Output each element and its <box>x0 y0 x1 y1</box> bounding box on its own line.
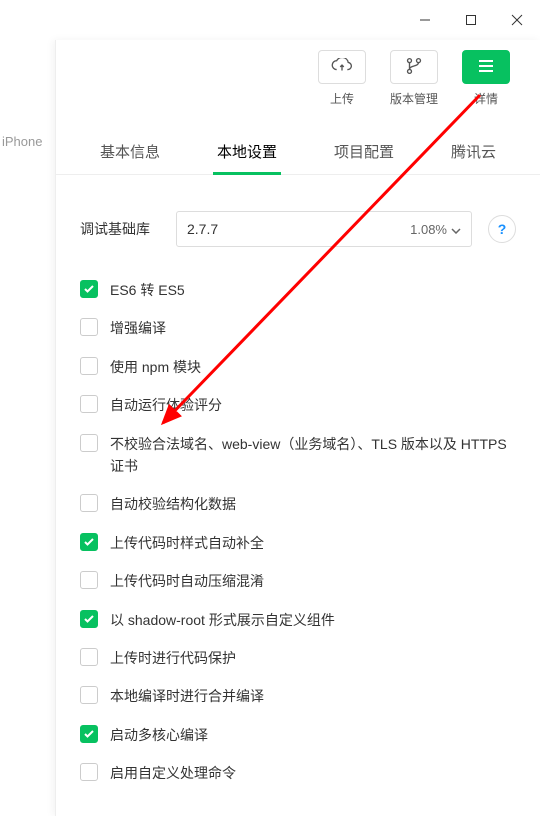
tab-basic-info[interactable]: 基本信息 <box>96 133 164 174</box>
tab-project-config[interactable]: 项目配置 <box>330 133 398 174</box>
option-label: 上传代码时样式自动补全 <box>110 532 264 554</box>
option-row: 自动校验结构化数据 <box>80 485 516 523</box>
option-checkbox[interactable] <box>80 494 98 512</box>
help-button[interactable]: ? <box>488 215 516 243</box>
option-row: 启动多核心编译 <box>80 716 516 754</box>
option-label: 启动多核心编译 <box>110 724 208 746</box>
debug-lib-select[interactable]: 2.7.7 1.08% <box>176 211 472 247</box>
option-row: 上传代码时样式自动补全 <box>80 524 516 562</box>
option-checkbox[interactable] <box>80 686 98 704</box>
upload-button[interactable]: 上传 <box>318 50 366 107</box>
tab-local-settings[interactable]: 本地设置 <box>213 133 281 174</box>
option-checkbox[interactable] <box>80 763 98 781</box>
detail-button[interactable]: 详情 <box>462 50 510 107</box>
option-row: ES6 转 ES5 <box>80 271 516 309</box>
option-label: 上传时进行代码保护 <box>110 647 236 669</box>
option-label: 上传代码时自动压缩混淆 <box>110 570 264 592</box>
option-row: 以 shadow-root 形式展示自定义组件 <box>80 601 516 639</box>
option-label: 自动校验结构化数据 <box>110 493 236 515</box>
option-label: 使用 npm 模块 <box>110 356 201 378</box>
option-label: 本地编译时进行合并编译 <box>110 685 264 707</box>
option-row: 上传代码时自动压缩混淆 <box>80 562 516 600</box>
debug-lib-label: 调试基础库 <box>80 219 160 239</box>
version-button[interactable]: 版本管理 <box>390 50 438 107</box>
option-checkbox[interactable] <box>80 648 98 666</box>
close-button[interactable] <box>494 0 540 40</box>
option-checkbox[interactable] <box>80 357 98 375</box>
option-label: ES6 转 ES5 <box>110 279 185 301</box>
option-checkbox[interactable] <box>80 571 98 589</box>
debug-lib-version: 2.7.7 <box>187 221 218 237</box>
option-label: 启用自定义处理命令 <box>110 762 236 784</box>
option-checkbox[interactable] <box>80 533 98 551</box>
detail-label: 详情 <box>474 90 498 107</box>
option-row: 不校验合法域名、web-view（业务域名）、TLS 版本以及 HTTPS 证书 <box>80 425 516 486</box>
option-label: 以 shadow-root 形式展示自定义组件 <box>110 609 335 631</box>
option-checkbox[interactable] <box>80 395 98 413</box>
option-row: 启用自定义处理命令 <box>80 754 516 792</box>
option-label: 自动运行体验评分 <box>110 394 222 416</box>
option-row: 使用 npm 模块 <box>80 348 516 386</box>
debug-lib-percent: 1.08% <box>410 222 447 237</box>
option-row: 上传时进行代码保护 <box>80 639 516 677</box>
settings-panel: 上传 版本管理 详情 基本信息 本地设置 项目配置 腾讯云 调试基础库 <box>55 40 540 816</box>
option-row: 自动运行体验评分 <box>80 386 516 424</box>
menu-icon <box>477 59 495 76</box>
minimize-button[interactable] <box>402 0 448 40</box>
device-label: iPhone <box>0 130 44 153</box>
branch-icon <box>405 57 423 78</box>
chevron-down-icon <box>451 222 461 237</box>
option-row: 增强编译 <box>80 309 516 347</box>
option-label: 增强编译 <box>110 317 166 339</box>
option-row: 本地编译时进行合并编译 <box>80 677 516 715</box>
option-checkbox[interactable] <box>80 725 98 743</box>
maximize-button[interactable] <box>448 0 494 40</box>
upload-label: 上传 <box>330 90 354 107</box>
cloud-upload-icon <box>331 58 353 77</box>
option-checkbox[interactable] <box>80 434 98 452</box>
version-label: 版本管理 <box>390 90 438 107</box>
option-checkbox[interactable] <box>80 318 98 336</box>
tab-tencent-cloud[interactable]: 腾讯云 <box>447 133 500 174</box>
option-checkbox[interactable] <box>80 280 98 298</box>
option-checkbox[interactable] <box>80 610 98 628</box>
option-label: 不校验合法域名、web-view（业务域名）、TLS 版本以及 HTTPS 证书 <box>110 433 516 478</box>
